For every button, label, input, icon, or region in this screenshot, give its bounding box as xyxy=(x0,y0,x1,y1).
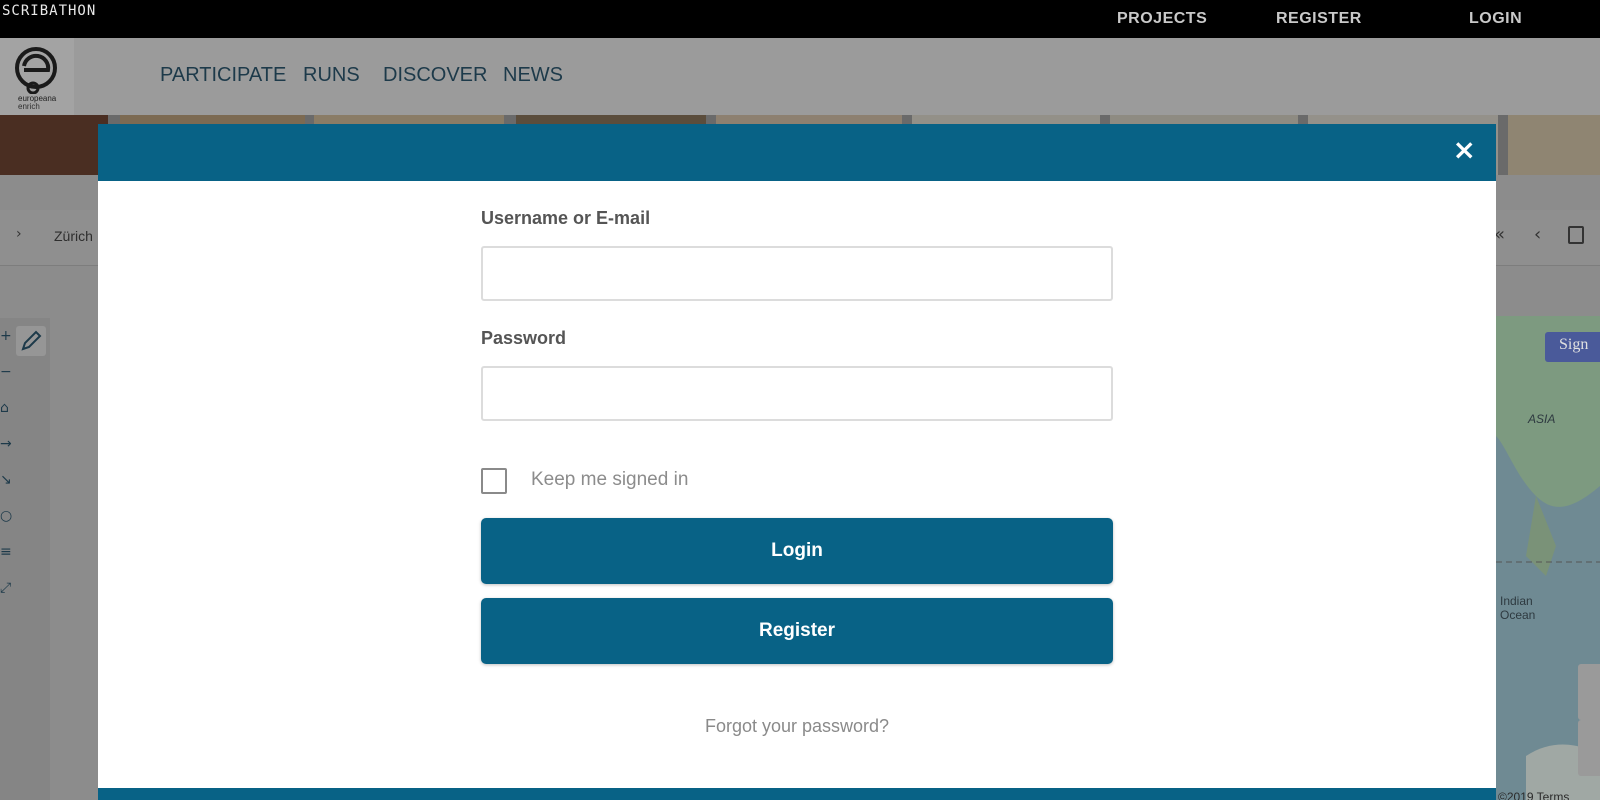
brand-logo[interactable]: SCRIBATHON xyxy=(2,3,96,19)
google-sign-in-button[interactable]: Sign xyxy=(1545,332,1600,362)
tools-column: + − ⌂ → ↘ ○ ≡ ⤢ xyxy=(0,318,50,800)
projects-link[interactable]: PROJECTS xyxy=(1117,10,1207,28)
keep-signed-in-checkbox[interactable] xyxy=(481,468,507,494)
login-link[interactable]: LOGIN xyxy=(1469,10,1522,28)
modal-footer xyxy=(98,788,1496,800)
list-icon[interactable]: ≡ xyxy=(0,544,14,564)
book-icon[interactable] xyxy=(1568,226,1584,244)
zoom-in-button[interactable] xyxy=(1578,664,1600,720)
nav-discover[interactable]: DISCOVER xyxy=(383,64,487,87)
forgot-password-link[interactable]: Forgot your password? xyxy=(481,716,1113,737)
register-button[interactable]: Register xyxy=(481,598,1113,664)
username-input[interactable] xyxy=(481,246,1113,301)
europeana-logo-icon xyxy=(15,47,57,94)
add-icon[interactable]: + xyxy=(0,328,14,348)
nav-participate[interactable]: PARTICIPATE xyxy=(160,64,286,87)
circle-icon[interactable]: ○ xyxy=(0,508,14,528)
modal-header: × xyxy=(98,124,1496,181)
thumbnail[interactable] xyxy=(1508,115,1600,175)
close-icon[interactable]: × xyxy=(1453,134,1476,166)
password-input[interactable] xyxy=(481,366,1113,421)
prev-page-button[interactable]: ‹ xyxy=(1534,224,1541,245)
main-nav: europeana enrich PARTICIPATE RUNS DISCOV… xyxy=(0,38,1600,115)
login-button[interactable]: Login xyxy=(481,518,1113,584)
thumbnail[interactable] xyxy=(0,115,108,175)
keep-signed-in-label[interactable]: Keep me signed in xyxy=(531,469,688,491)
nav-news[interactable]: NEWS xyxy=(503,64,563,87)
username-label: Username or E-mail xyxy=(481,208,651,228)
map-label-asia: ASIA xyxy=(1528,412,1556,426)
zoom-out-button[interactable] xyxy=(1578,720,1600,776)
login-modal: × Username or E-mail Password Keep me si… xyxy=(98,124,1496,800)
map-label-ocean: Ocean xyxy=(1500,608,1536,622)
minus-icon[interactable]: − xyxy=(0,364,14,384)
pencil-icon[interactable] xyxy=(16,326,46,356)
register-link[interactable]: REGISTER xyxy=(1276,10,1362,28)
breadcrumb[interactable]: Zürich xyxy=(54,228,93,244)
map-label-indian: Indian xyxy=(1500,594,1533,608)
breadcrumb-chevron-icon: › xyxy=(16,226,22,242)
map-copyright: ©2019 Terms xyxy=(1498,790,1570,800)
europeana-logo[interactable]: europeana enrich xyxy=(0,38,74,115)
top-bar: SCRIBATHON PROJECTS REGISTER LOGIN xyxy=(0,0,1600,38)
logo-subtext: enrich xyxy=(18,102,40,111)
polygon-icon[interactable]: ⌂ xyxy=(0,400,14,420)
expand-icon[interactable]: ⤢ xyxy=(0,580,14,600)
arrow-icon[interactable]: → xyxy=(0,436,14,456)
nav-runs[interactable]: RUNS xyxy=(303,64,360,87)
password-label: Password xyxy=(481,328,567,348)
arrows-icon[interactable]: ↘ xyxy=(0,472,14,492)
